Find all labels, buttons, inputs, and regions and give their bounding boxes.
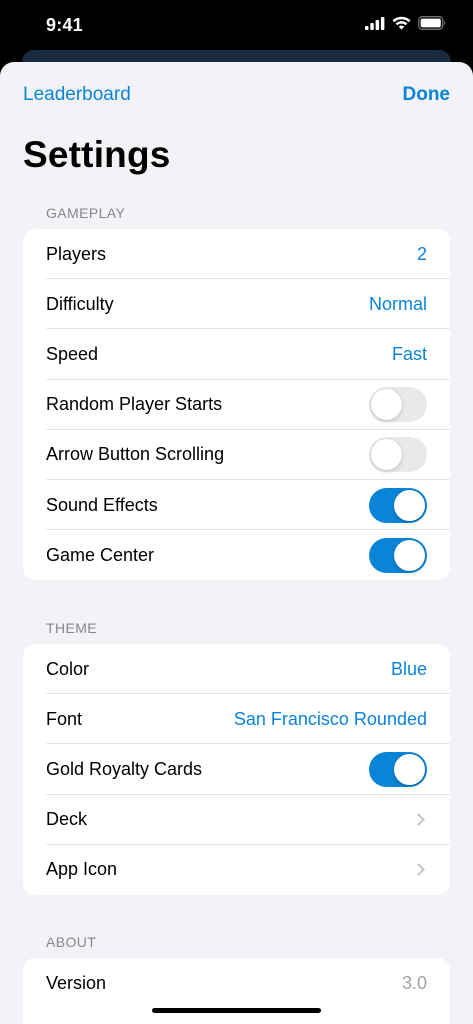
cellular-signal-icon [365, 16, 385, 30]
toggle-knob [394, 539, 425, 571]
game-center-row: Game Center [23, 530, 450, 580]
deck-label: Deck [46, 809, 88, 830]
section-header-about: ABOUT [46, 934, 97, 950]
leaderboard-button[interactable]: Leaderboard [23, 84, 131, 106]
gameplay-group: Players 2 Difficulty Normal Speed Fast R… [23, 229, 450, 581]
arrow-button-scrolling-label: Arrow Button Scrolling [46, 444, 225, 465]
difficulty-label: Difficulty [46, 293, 114, 314]
section-header-theme: THEME [46, 620, 97, 636]
toggle-knob [371, 439, 402, 471]
font-label: Font [46, 708, 83, 729]
random-player-starts-label: Random Player Starts [46, 394, 223, 415]
font-row[interactable]: Font San Francisco Rounded [23, 694, 450, 745]
status-bar: 9:41 [0, 0, 473, 50]
toggle-knob [394, 489, 425, 521]
speed-label: Speed [46, 343, 99, 364]
status-time: 9:41 [46, 15, 83, 35]
deck-row[interactable]: Deck [23, 795, 450, 845]
difficulty-row[interactable]: Difficulty Normal [23, 279, 450, 330]
arrow-button-scrolling-row: Arrow Button Scrolling [23, 430, 450, 481]
game-center-toggle[interactable] [369, 537, 427, 573]
game-center-label: Game Center [46, 544, 155, 565]
players-label: Players [46, 243, 107, 264]
status-icons [365, 16, 447, 30]
arrow-button-scrolling-toggle[interactable] [369, 437, 427, 473]
gold-royalty-cards-label: Gold Royalty Cards [46, 758, 203, 779]
difficulty-value: Normal [368, 293, 427, 314]
version-label: Version [46, 972, 107, 993]
section-header-gameplay: GAMEPLAY [46, 205, 126, 221]
version-row: Version 3.0 [23, 958, 450, 1008]
sound-effects-toggle[interactable] [369, 487, 427, 523]
color-label: Color [46, 658, 90, 679]
players-row[interactable]: Players 2 [23, 229, 450, 280]
battery-icon [418, 16, 446, 30]
chevron-right-icon [412, 813, 425, 827]
page-title: Settings [23, 134, 171, 175]
sound-effects-row: Sound Effects [23, 480, 450, 531]
done-button[interactable]: Done [403, 84, 451, 106]
about-group: Version 3.0 [23, 958, 450, 1024]
font-value: San Francisco Rounded [233, 708, 427, 729]
toggle-knob [394, 753, 425, 785]
random-player-starts-row: Random Player Starts [23, 380, 450, 430]
wifi-icon [392, 16, 411, 30]
home-indicator[interactable] [152, 1008, 321, 1013]
sound-effects-label: Sound Effects [46, 494, 158, 515]
color-value: Blue [390, 658, 427, 679]
speed-row[interactable]: Speed Fast [23, 329, 450, 380]
gold-royalty-cards-row: Gold Royalty Cards [23, 744, 450, 795]
speed-value: Fast [391, 343, 427, 364]
settings-sheet: Leaderboard Done Settings GAMEPLAY Playe… [0, 62, 473, 1024]
toggle-knob [371, 389, 402, 421]
app-icon-label: App Icon [46, 859, 118, 880]
random-player-starts-toggle[interactable] [369, 387, 427, 423]
chevron-right-icon [412, 863, 425, 877]
theme-group: Color Blue Font San Francisco Rounded Go… [23, 644, 450, 895]
app-icon-row[interactable]: App Icon [23, 845, 450, 895]
players-value: 2 [416, 243, 427, 264]
gold-royalty-cards-toggle[interactable] [369, 751, 427, 787]
color-row[interactable]: Color Blue [23, 644, 450, 695]
version-value: 3.0 [401, 972, 427, 993]
